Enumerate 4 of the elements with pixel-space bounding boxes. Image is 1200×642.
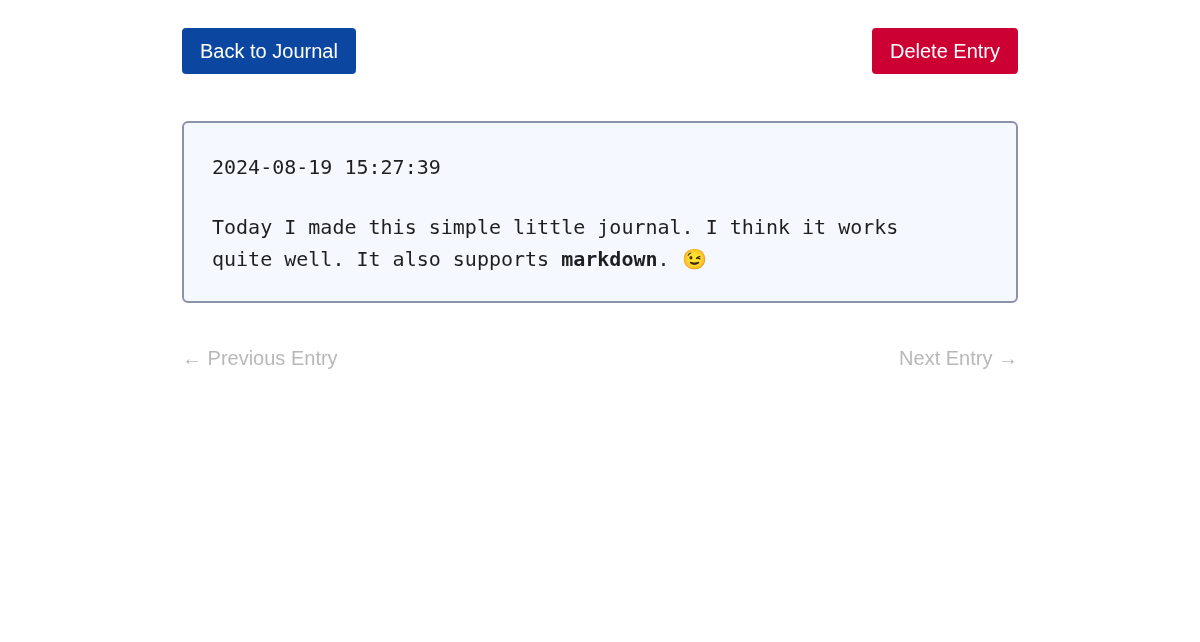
back-button[interactable]: Back to Journal: [182, 28, 356, 74]
entry-timestamp: 2024-08-19 15:27:39: [212, 154, 442, 181]
delete-button[interactable]: Delete Entry: [871, 28, 1018, 74]
entry-text: Today I made this simple little journal. I think it works quite well. It also supports markdown. 😉: [212, 214, 900, 273]
